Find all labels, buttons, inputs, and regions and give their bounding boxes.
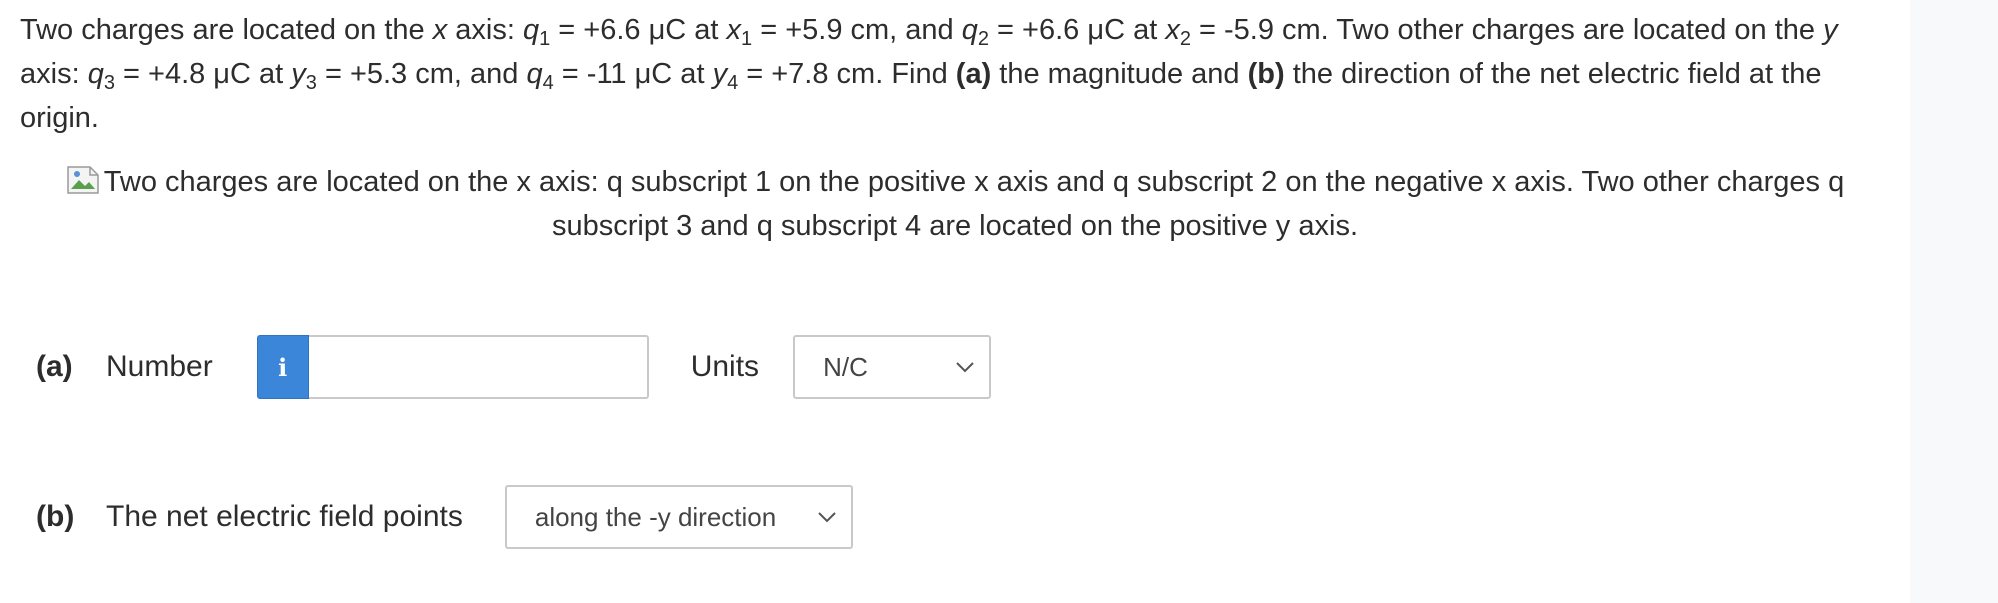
right-gutter xyxy=(1910,0,1998,603)
units-select[interactable]: N/C xyxy=(793,335,992,399)
direction-prompt: The net electric field points xyxy=(106,500,463,533)
info-icon: i xyxy=(278,352,288,382)
broken-image-icon xyxy=(66,164,100,194)
figure-alt-text: Two charges are located on the x axis: q… xyxy=(103,166,1845,242)
number-input[interactable] xyxy=(308,335,649,399)
chevron-down-icon xyxy=(956,362,974,373)
units-label: Units xyxy=(690,350,760,383)
figure-placeholder: Two charges are located on the x axis: q… xyxy=(20,160,1890,248)
chevron-down-icon xyxy=(818,512,836,523)
direction-selected-value: along the -y direction xyxy=(534,501,777,532)
part-b-row: (b) The net electric field points along … xyxy=(36,484,853,550)
question-text: Two charges are located on the x axis: q… xyxy=(20,14,1838,134)
part-a-row: (a) Number i Units N/C xyxy=(36,334,992,400)
part-a-label: (a) xyxy=(36,350,73,383)
number-label: Number xyxy=(106,350,213,383)
info-button[interactable]: i xyxy=(256,335,309,399)
part-b-label: (b) xyxy=(36,500,75,533)
units-selected-value: N/C xyxy=(823,351,868,382)
direction-select[interactable]: along the -y direction xyxy=(504,485,853,549)
